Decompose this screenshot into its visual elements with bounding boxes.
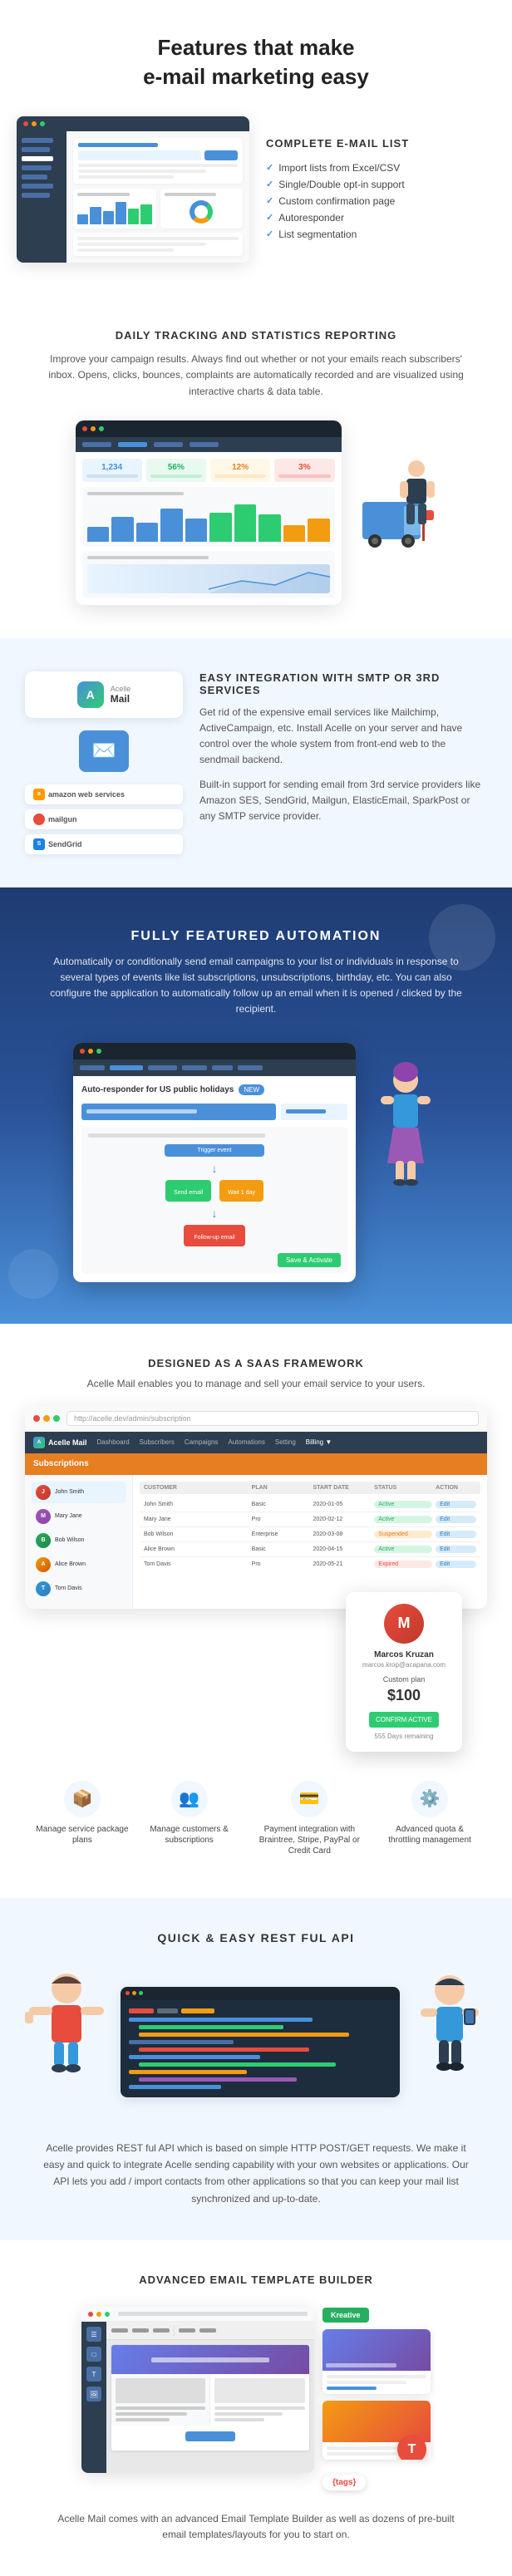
template-section: ADVANCED EMAIL TEMPLATE BUILDER ☰ □ T 🖼 [0, 2240, 512, 2576]
package-icon: 📦 [64, 1781, 101, 1817]
page-title: Features that make e-mail marketing easy [50, 33, 462, 91]
api-left-person [25, 1965, 108, 2119]
email-icon: ✉️ [79, 730, 129, 772]
page-header: Features that make e-mail marketing easy [0, 0, 512, 108]
tracking-title: DAILY TRACKING AND STATISTICS REPORTING [25, 329, 487, 342]
user-days: 555 Days remaining [357, 1733, 450, 1740]
automation-mock: Auto-responder for US public holidays NE… [73, 1043, 356, 1282]
api-description: Acelle provides REST ful API which is ba… [40, 2140, 472, 2208]
user-email: marcos.krop@acapana.com [357, 1661, 450, 1669]
smtp-desc2: Built-in support for sending email from … [199, 777, 487, 825]
smtp-title: EASY INTEGRATION WITH SMTP OR 3RD SERVIC… [199, 671, 487, 696]
smtp-left: A Acelle Mail ✉️ a 📦 amazon web services [25, 671, 183, 854]
template-description: Acelle Mail comes with an advanced Email… [57, 2511, 455, 2543]
smtp-providers: a 📦 amazon web services mailgun S SendGr… [25, 784, 183, 854]
automation-section: FULLY FEATURED AUTOMATION Automatically … [0, 887, 512, 1324]
automation-description: Automatically or conditionally send emai… [48, 954, 464, 1018]
api-right-person [412, 1965, 487, 2119]
email-list-section: COMPLETE E-MAIL LIST ✓ Import lists from… [0, 108, 512, 296]
email-list-screenshot [17, 116, 249, 263]
customers-icon: 👥 [171, 1781, 208, 1817]
mailgun-badge: mailgun [25, 809, 183, 829]
api-section: QUICK & EASY REST FUL API [0, 1898, 512, 2241]
saas-feature-payment: 💳 Payment integration with Braintree, St… [247, 1781, 372, 1856]
saas-section: DESIGNED AS A SAAS FRAMEWORK Acelle Mail… [0, 1324, 512, 1898]
template-card-2: T [322, 2401, 431, 2460]
manage-plans-label: Manage service package plans [33, 1824, 131, 1846]
t-letter-icon: T [397, 2435, 426, 2460]
feature-item: ✓ Autoresponder [266, 209, 495, 226]
api-code-mock [121, 1987, 400, 2097]
payment-label: Payment integration with Braintree, Stri… [247, 1824, 372, 1856]
tracking-dashboard-mock: 1,234 56% 12% 3% [76, 420, 342, 605]
user-detail-card: M Marcos Kruzan marcos.krop@acapana.com … [346, 1592, 462, 1752]
user-plan: Custom plan [357, 1675, 450, 1684]
tracking-section: DAILY TRACKING AND STATISTICS REPORTING … [0, 296, 512, 638]
api-title: QUICK & EASY REST FUL API [25, 1931, 487, 1944]
template-right-panel: Kreative [322, 2307, 431, 2490]
feature-item: ✓ Custom confirmation page [266, 193, 495, 209]
email-list-content: COMPLETE E-MAIL LIST ✓ Import lists from… [266, 137, 495, 243]
saas-browser-mock: http://acelle.dev/admin/subscription A A… [25, 1406, 487, 1609]
manage-customers-label: Manage customers & subscriptions [140, 1824, 239, 1846]
user-confirm-btn[interactable]: CONFIRM ACTIVE [369, 1712, 439, 1728]
kreative-badge: Kreative [322, 2308, 369, 2323]
payment-icon: 💳 [291, 1781, 327, 1817]
amazon-badge: a 📦 amazon web services [25, 784, 183, 804]
sendgrid-badge: S SendGrid [25, 834, 183, 854]
tags-badge: {tags} [322, 2475, 366, 2490]
saas-features-row: 📦 Manage service package plans 👥 Manage … [25, 1760, 487, 1865]
saas-feature-manage-plans: 📦 Manage service package plans [33, 1781, 131, 1856]
saas-feature-manage-customers: 👥 Manage customers & subscriptions [140, 1781, 239, 1856]
delivery-person-illustration [354, 435, 437, 589]
tracking-description: Improve your campaign results. Always fi… [48, 351, 464, 400]
template-title: ADVANCED EMAIL TEMPLATE BUILDER [25, 2274, 487, 2286]
template-card-1 [322, 2329, 431, 2394]
acelle-logo: A Acelle Mail [25, 671, 183, 718]
feature-item: ✓ Import lists from Excel/CSV [266, 160, 495, 176]
template-builder-mock: ☰ □ T 🖼 [81, 2307, 314, 2473]
user-price: $100 [357, 1687, 450, 1704]
user-name: Marcos Kruzan [357, 1650, 450, 1659]
saas-description: Acelle Mail enables you to manage and se… [25, 1378, 487, 1389]
smtp-desc1: Get rid of the expensive email services … [199, 705, 487, 769]
smtp-content: EASY INTEGRATION WITH SMTP OR 3RD SERVIC… [199, 671, 487, 824]
email-list-title: COMPLETE E-MAIL LIST [266, 137, 495, 150]
feature-item: ✓ Single/Double opt-in support [266, 176, 495, 193]
feature-item: ✓ List segmentation [266, 226, 495, 243]
smtp-section: A Acelle Mail ✉️ a 📦 amazon web services [0, 638, 512, 887]
email-list-features: ✓ Import lists from Excel/CSV ✓ Single/D… [266, 160, 495, 243]
quota-icon: ⚙️ [411, 1781, 448, 1817]
saas-feature-quota: ⚙️ Advanced quota & throttling managemen… [381, 1781, 479, 1856]
automation-person-illustration [372, 1059, 439, 1197]
quota-label: Advanced quota & throttling management [381, 1824, 479, 1846]
automation-title: FULLY FEATURED AUTOMATION [25, 929, 487, 944]
saas-title: DESIGNED AS A SAAS FRAMEWORK [25, 1357, 487, 1369]
